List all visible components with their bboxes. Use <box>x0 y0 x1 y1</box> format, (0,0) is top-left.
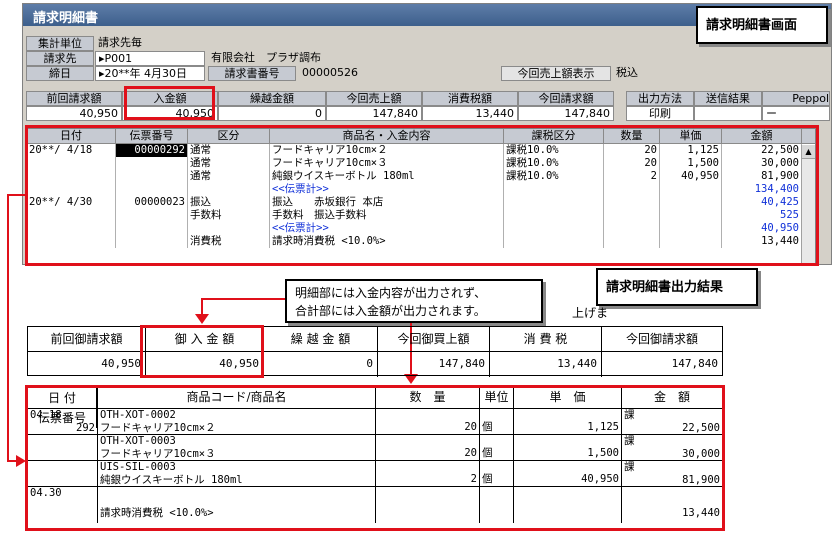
peppol-label: Peppol <box>762 91 830 106</box>
callout-note: 明細部には入金内容が出力されず、 合計部には入金額が出力されます。 <box>285 279 543 323</box>
send-result-label: 送信結果 <box>694 91 762 106</box>
close-date-field[interactable]: ▸20**年 4月30日 <box>95 66 205 81</box>
carryover-value: 0 <box>218 106 326 121</box>
partial-text: 上げま <box>572 306 609 320</box>
tax-amount-label: 消費税額 <box>422 91 518 106</box>
output-method-label: 出力方法 <box>626 91 694 106</box>
print-carryover-value: 0 <box>264 352 378 377</box>
send-result-value <box>694 106 762 121</box>
grid-highlight-box <box>25 125 819 266</box>
connector-line <box>201 298 285 300</box>
close-date-label: 締日 <box>26 66 94 81</box>
current-sales-value: 147,840 <box>326 106 422 121</box>
invoice-no: 00000526 <box>302 66 358 79</box>
tax-amount-value: 13,440 <box>422 106 518 121</box>
print-purchase-label: 今回御買上額 <box>378 327 490 352</box>
print-carryover-label: 繰 越 金 額 <box>264 327 378 352</box>
arrow-down-icon <box>195 314 209 324</box>
payment-highlight-box <box>124 86 215 120</box>
callout-line-2: 合計部には入金額が出力されます。 <box>295 304 486 318</box>
print-summary-header-row: 前回御請求額 御 入 金 額 繰 越 金 額 今回御買上額 消 費 税 今回御請… <box>28 327 722 352</box>
print-payment-highlight-box <box>140 325 264 378</box>
print-tax-label: 消 費 税 <box>490 327 602 352</box>
print-detail-highlight-box <box>25 385 725 531</box>
group-value[interactable]: 請求先毎 <box>95 36 245 51</box>
customer-name: 有限会社 プラザ調布 <box>211 51 321 64</box>
print-summary-value-row: 40,950 40,950 0 147,840 13,440 147,840 <box>28 352 722 377</box>
prev-billing-label: 前回請求額 <box>26 91 122 106</box>
carryover-label: 繰越金額 <box>218 91 326 106</box>
customer-code-field[interactable]: ▸P001 <box>95 51 205 66</box>
print-tax-value: 13,440 <box>490 352 602 377</box>
screen-label-note: 請求明細書画面 <box>696 6 828 44</box>
show-sales-button[interactable]: 今回売上額表示 <box>501 66 611 81</box>
current-sales-label: 今回売上額 <box>326 91 422 106</box>
print-prev-billing-value: 40,950 <box>28 352 146 377</box>
current-billing-label: 今回請求額 <box>518 91 614 106</box>
print-prev-billing-label: 前回御請求額 <box>28 327 146 352</box>
close-date: 20**年 4月30日 <box>104 67 188 80</box>
peppol-value: ー <box>762 106 830 121</box>
group-label: 集計単位 <box>26 36 94 51</box>
output-method-value[interactable]: 印刷 <box>626 106 694 121</box>
connector-line <box>7 194 27 196</box>
customer-code: P001 <box>104 52 133 65</box>
invoice-no-label: 請求書番号 <box>208 66 296 81</box>
customer-label: 請求先 <box>26 51 94 66</box>
tax-incl-label: 税込 <box>616 66 638 79</box>
print-current-billing-label: 今回御請求額 <box>602 327 722 352</box>
connector-line <box>7 194 9 462</box>
print-summary-table: 前回御請求額 御 入 金 額 繰 越 金 額 今回御買上額 消 費 税 今回御請… <box>27 326 723 377</box>
callout-line-1: 明細部には入金内容が出力されず、 <box>295 286 487 300</box>
print-current-billing-value: 147,840 <box>671 357 718 370</box>
current-billing-value: 147,840 <box>518 106 614 121</box>
output-label-note: 請求明細書出力結果 <box>596 268 758 306</box>
prev-billing-value: 40,950 <box>26 106 122 121</box>
print-purchase-value: 147,840 <box>378 352 490 377</box>
